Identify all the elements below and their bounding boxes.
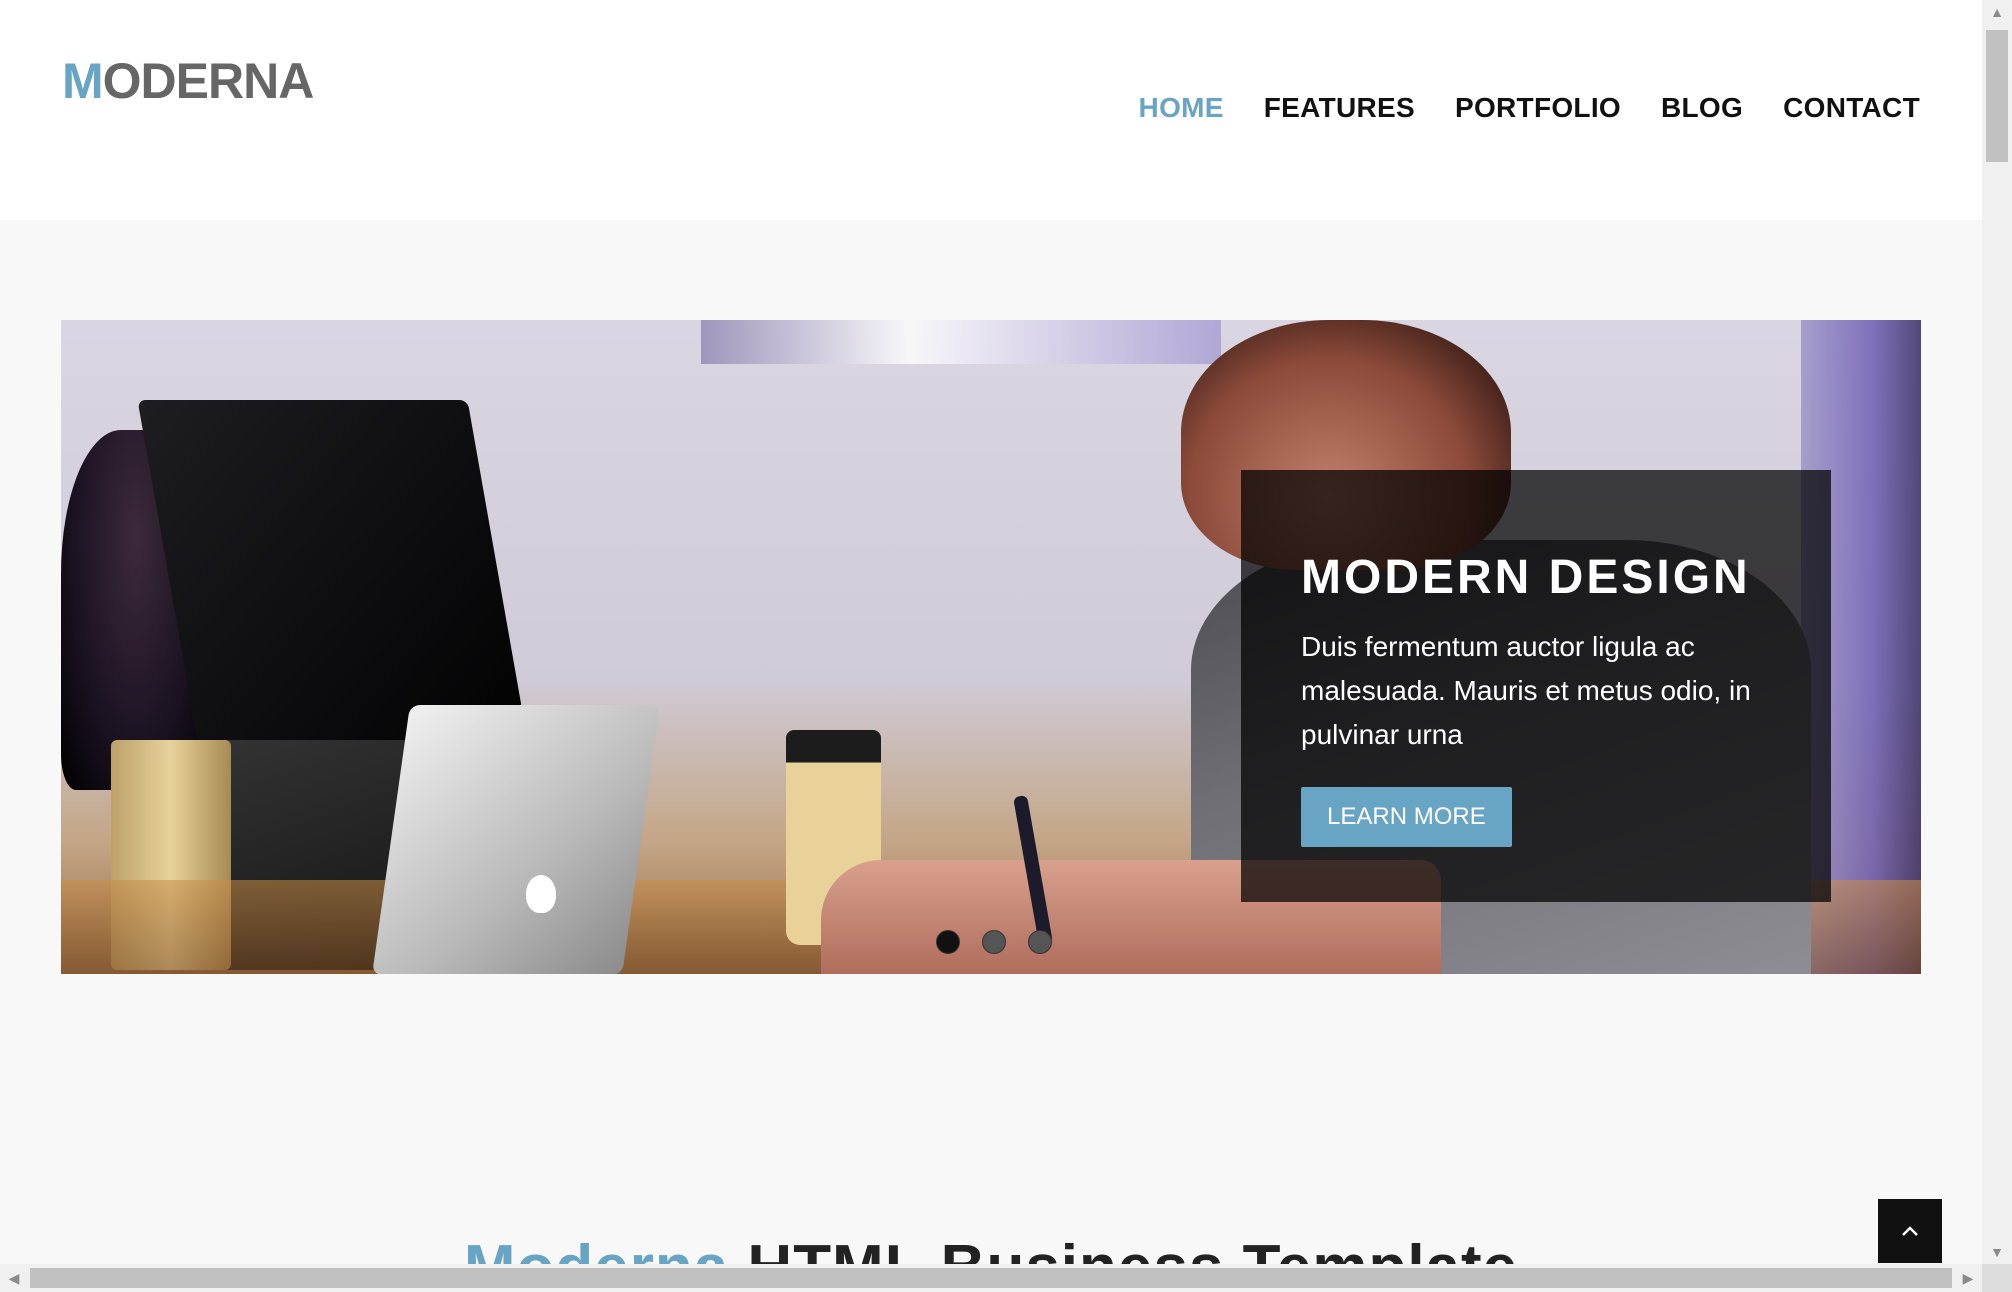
slider-dots — [936, 930, 1052, 954]
photo-wall-light — [701, 320, 1221, 364]
hero-slider[interactable]: MODERN DESIGN Duis fermentum auctor ligu… — [61, 320, 1921, 974]
vertical-scroll-thumb[interactable] — [1986, 30, 2008, 162]
photo-apple-logo — [526, 875, 556, 913]
scroll-left-icon[interactable]: ◀ — [0, 1264, 28, 1292]
scroll-down-icon[interactable]: ▼ — [1982, 1240, 2012, 1264]
section-heading: Moderna HTML Business Template — [0, 1232, 1982, 1264]
horizontal-scroll-thumb[interactable] — [30, 1268, 1952, 1288]
slider-dot-2[interactable] — [982, 930, 1006, 954]
horizontal-scrollbar[interactable]: ◀ ▶ — [0, 1264, 1982, 1292]
logo[interactable]: MODERNA — [62, 52, 315, 110]
nav-home[interactable]: HOME — [1139, 92, 1224, 124]
chevron-up-icon — [1902, 1226, 1918, 1236]
section-heading-accent: Moderna — [464, 1233, 729, 1264]
photo-laptop — [372, 705, 660, 974]
nav-contact[interactable]: CONTACT — [1783, 92, 1920, 124]
slide-text: Duis fermentum auctor ligula ac malesuad… — [1301, 631, 1751, 750]
main-nav: HOME FEATURES PORTFOLIO BLOG CONTACT — [1139, 92, 1920, 124]
slider-dot-3[interactable] — [1028, 930, 1052, 954]
page: MODERNA HOME FEATURES PORTFOLIO BLOG CON… — [0, 0, 1982, 1264]
site-header: MODERNA HOME FEATURES PORTFOLIO BLOG CON… — [0, 0, 1982, 220]
scroll-right-icon[interactable]: ▶ — [1954, 1264, 1982, 1292]
nav-blog[interactable]: BLOG — [1661, 92, 1743, 124]
nav-portfolio[interactable]: PORTFOLIO — [1455, 92, 1621, 124]
nav-features[interactable]: FEATURES — [1264, 92, 1415, 124]
scrollbar-corner — [1982, 1264, 2012, 1292]
back-to-top-button[interactable] — [1878, 1199, 1942, 1263]
slide-caption: MODERN DESIGN Duis fermentum auctor ligu… — [1241, 470, 1831, 902]
logo-text: ODERNA — [102, 53, 315, 109]
slide-title: MODERN DESIGN — [1301, 551, 1751, 604]
vertical-scrollbar[interactable]: ▲ ▼ — [1982, 0, 2012, 1264]
slider-dot-1[interactable] — [936, 930, 960, 954]
scroll-up-icon[interactable]: ▲ — [1982, 0, 2012, 24]
section-heading-rest: HTML Business Template — [729, 1233, 1518, 1264]
logo-accent-letter: M — [62, 53, 104, 109]
learn-more-button[interactable]: LEARN MORE — [1301, 787, 1512, 847]
